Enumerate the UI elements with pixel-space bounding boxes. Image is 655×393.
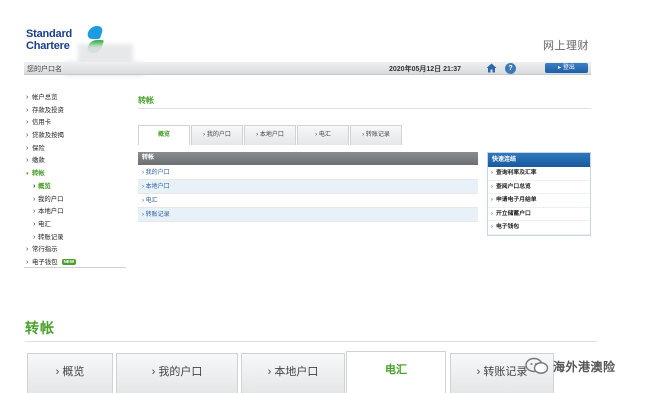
sidebar-subitem-my-accounts[interactable]: 我的户口 — [24, 194, 126, 207]
zoom-page-title: 转帐 — [25, 320, 55, 336]
tab-bar: 概览 › 我的户口 › 本地户口 › 电汇 › 转账记录 — [138, 125, 458, 145]
quick-link-e-statement[interactable]: 申请电子月结单 — [488, 194, 590, 208]
link-transfer-history[interactable]: › 转账记录 — [138, 208, 478, 222]
top-bar: 您的户口名 2020年05月12日 21:37 ? ▸ 登出 — [24, 62, 591, 75]
sidebar-item-transfer[interactable]: 转帐 — [24, 168, 126, 181]
sidebar-subitem-transfer-history[interactable]: 转账记录 — [24, 232, 126, 245]
wechat-icon — [525, 357, 549, 374]
link-telegraphic-transfer[interactable]: › 电汇 — [138, 194, 478, 208]
tab-my-accounts[interactable]: › 我的户口 — [191, 125, 243, 145]
quick-link-rates[interactable]: 查询利率及汇率 — [488, 167, 590, 181]
sidebar-item-standing-instructions[interactable]: 常行指示 — [24, 244, 126, 257]
sidebar-item-account-overview[interactable]: 帐户总览 — [24, 92, 126, 105]
tab-overview[interactable]: 概览 — [138, 125, 190, 145]
sidebar-divider — [24, 267, 126, 268]
help-icon[interactable]: ? — [505, 63, 516, 74]
sidebar-subitem-overview[interactable]: 概览 — [24, 181, 126, 194]
zoom-tab-my-accounts[interactable]: › 我的户口 — [116, 353, 238, 393]
zoom-tab-local-accounts[interactable]: › 本地户口 — [241, 353, 345, 393]
transfer-panel-list: › 我的户口 › 本地户口 › 电汇 › 转账记录 — [138, 166, 478, 222]
home-icon[interactable] — [486, 63, 497, 73]
logo-text: Standard Chartere — [26, 28, 72, 52]
logo-line1: Standard — [26, 28, 73, 40]
quick-link-account-overview[interactable]: 查阅户口总览 — [488, 181, 590, 194]
page-title: 转帐 — [138, 96, 154, 105]
sidebar-item-label: 电子钱包 — [32, 258, 58, 266]
sidebar-subitem-local-accounts[interactable]: 本地户口 — [24, 206, 126, 219]
sidebar-nav: 帐户总览 存款及投资 信用卡 贷款及按揭 保险 缴款 转帐 概览 我的户口 本地… — [24, 92, 126, 270]
tab-local-accounts[interactable]: › 本地户口 — [244, 125, 296, 145]
account-name-label: 您的户口名 — [27, 66, 62, 73]
redacted-area — [78, 44, 133, 64]
sidebar-item-insurance[interactable]: 保险 — [24, 143, 126, 156]
watermark-text: 海外港澳险 — [553, 360, 616, 374]
tab-telegraphic-transfer[interactable]: › 电汇 — [297, 125, 349, 145]
sidebar-item-credit-card[interactable]: 信用卡 — [24, 117, 126, 130]
new-badge: NEW — [61, 258, 77, 265]
zoom-title-divider — [25, 341, 597, 342]
quick-link-open-savings[interactable]: 开立储蓄户口 — [488, 208, 590, 221]
link-my-accounts[interactable]: › 我的户口 — [138, 166, 478, 180]
sidebar-item-payments[interactable]: 缴款 — [24, 155, 126, 168]
quick-links-title: 快速连结 — [488, 153, 590, 167]
sidebar-item-deposits-investments[interactable]: 存款及投资 — [24, 105, 126, 118]
link-local-accounts[interactable]: › 本地户口 — [138, 180, 478, 194]
transfer-panel-header: 转帐 — [138, 152, 478, 165]
zoom-tab-telegraphic-transfer[interactable]: 电汇 — [346, 351, 446, 393]
quick-link-e-wallet[interactable]: 电子钱包 — [488, 221, 590, 235]
zoom-tab-overview[interactable]: › 概览 — [27, 353, 113, 393]
tab-transfer-history[interactable]: › 转账记录 — [350, 125, 402, 145]
sidebar-subitem-telegraphic-transfer[interactable]: 电汇 — [24, 219, 126, 232]
logo-line2: Chartere — [26, 40, 70, 52]
login-datetime: 2020年05月12日 21:37 — [389, 66, 461, 73]
logout-button[interactable]: ▸ 登出 — [545, 63, 588, 73]
sidebar-item-loans[interactable]: 贷款及按揭 — [24, 130, 126, 143]
quick-links-panel: 快速连结 查询利率及汇率 查阅户口总览 申请电子月结单 开立储蓄户口 电子钱包 — [487, 152, 591, 236]
title-divider — [138, 108, 591, 109]
watermark: 海外港澳险 — [525, 356, 635, 376]
site-title: 网上理财 — [543, 40, 589, 52]
logout-label: 登出 — [562, 65, 575, 71]
